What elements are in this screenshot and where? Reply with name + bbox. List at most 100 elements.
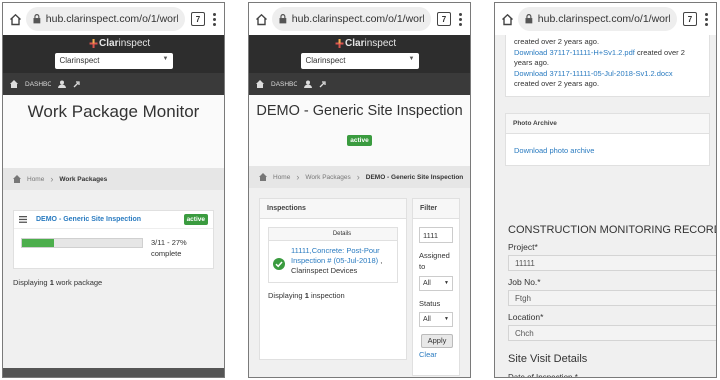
app-header: Clar inspect Clarinspect ▼ — [249, 35, 470, 73]
user-icon[interactable] — [304, 80, 312, 88]
nav-dashboard[interactable]: DASHBOARD — [271, 81, 297, 88]
breadcrumb-current: Work Packages — [59, 175, 108, 183]
more-menu-icon[interactable] — [454, 12, 466, 26]
assigned-select[interactable]: All ▼ — [419, 276, 453, 291]
user-icon[interactable] — [58, 80, 66, 88]
status-select[interactable]: All ▼ — [419, 312, 453, 327]
page-title: DEMO - Generic Site Inspection — [256, 103, 463, 119]
home-icon[interactable] — [253, 11, 269, 27]
breadcrumb-parent[interactable]: Work Packages — [305, 174, 350, 181]
section-title: Site Visit Details — [508, 352, 588, 365]
lock-icon — [33, 14, 41, 24]
chevron-right-icon: › — [50, 174, 54, 184]
field-label: Location* — [508, 311, 544, 322]
record-content: created over 2 years ago. Download 37117… — [495, 35, 717, 378]
displaying-summary: Displaying 1 inspection — [268, 291, 406, 300]
displaying-summary: Displaying 1 work package — [13, 278, 214, 287]
file-line-1-tail: created over 2 years ago. — [514, 37, 600, 46]
work-package-card: DEMO - Generic Site Inspection active 3/… — [13, 210, 214, 269]
progress-text: 3/11 - 27% complete — [151, 237, 187, 259]
location-field[interactable]: Chch — [508, 324, 716, 341]
more-menu-icon[interactable] — [700, 12, 712, 26]
form-field-job-no: Job No.* Ftgh — [495, 271, 716, 306]
progress-row: 3/11 - 27% complete — [14, 229, 213, 268]
filter-header: Filter — [413, 199, 459, 219]
home-icon[interactable] — [259, 173, 267, 181]
address-bar[interactable]: hub.clarinspect.com/o/1/work — [518, 7, 677, 31]
app-logo: Clar inspect — [335, 38, 396, 49]
photo-archive-header: Photo Archive — [506, 113, 709, 134]
address-bar[interactable]: hub.clarinspect.com/o/1/work — [272, 7, 431, 31]
page-title: Work Package Monitor — [27, 102, 200, 121]
lock-icon — [279, 14, 287, 24]
col-details: Details — [269, 228, 397, 241]
breadcrumb-home[interactable]: Home — [27, 176, 44, 183]
home-nav-icon[interactable] — [10, 80, 18, 88]
download-pdf-link[interactable]: Download 37117-11111-H+Sv1.2.pdf — [514, 48, 635, 57]
check-circle-icon — [273, 258, 285, 270]
job-no-field[interactable]: Ftgh — [508, 289, 716, 306]
home-nav-icon[interactable] — [256, 80, 264, 88]
logo-mark-icon — [89, 39, 98, 48]
tab-count-icon[interactable]: 7 — [191, 12, 205, 26]
date-label: Date of Inspection * — [508, 372, 578, 378]
brand-prefix: Clar — [345, 38, 365, 49]
logout-icon[interactable] — [319, 80, 328, 88]
tab-count-icon[interactable]: 7 — [437, 12, 451, 26]
displaying-prefix: Displaying — [268, 291, 305, 300]
inspections-table: Details 11111,Concrete: Post-Pour Inspec… — [268, 227, 398, 283]
project-field[interactable]: 11111 — [508, 254, 716, 271]
app-header: Clar inspect Clarinspect ▼ — [3, 35, 224, 73]
url-text: hub.clarinspect.com/o/1/work — [291, 13, 424, 25]
home-icon[interactable] — [7, 11, 23, 27]
files-panel: created over 2 years ago. Download 37117… — [505, 35, 710, 97]
inspection-link[interactable]: 11111,Concrete: Post-Pour Inspection # (… — [291, 246, 380, 265]
page-hero: DEMO - Generic Site Inspection active — [249, 95, 470, 166]
breadcrumb: Home › Work Packages — [3, 168, 224, 190]
card-header: DEMO - Generic Site Inspection active — [14, 211, 213, 229]
page-hero: Work Package Monitor — [3, 95, 224, 168]
browser-toolbar: hub.clarinspect.com/o/1/work 7 — [495, 3, 716, 35]
record-title: CONSTRUCTION MONITORING RECORD — [508, 223, 717, 236]
inspections-header: Inspections — [260, 199, 406, 219]
more-menu-icon[interactable] — [208, 12, 220, 26]
displaying-prefix: Displaying — [13, 278, 50, 287]
address-bar[interactable]: hub.clarinspect.com/o/1/work — [26, 7, 185, 31]
clear-link[interactable]: Clear — [419, 350, 459, 359]
lock-icon — [525, 14, 533, 24]
url-text: hub.clarinspect.com/o/1/work — [45, 13, 178, 25]
download-docx-link[interactable]: Download 37117-11111-05-Jul-2018-Sv1.2.d… — [514, 69, 701, 80]
logout-icon[interactable] — [73, 80, 82, 88]
status-badge: active — [183, 214, 208, 225]
org-select[interactable]: Clarinspect ▼ — [300, 53, 419, 69]
breadcrumb-current: DEMO - Generic Site Inspection — [365, 173, 464, 181]
tab-count-icon[interactable]: 7 — [683, 12, 697, 26]
phone-screen-monitoring-record: hub.clarinspect.com/o/1/work 7 created o… — [494, 2, 717, 378]
brand-suffix: inspect — [118, 38, 151, 49]
nav-dashboard[interactable]: DASHBOARD — [25, 81, 51, 88]
chevron-down-icon: ▼ — [408, 56, 415, 62]
assigned-label: Assigned to — [419, 251, 450, 271]
apply-button[interactable]: Apply — [421, 334, 453, 348]
brand-prefix: Clar — [99, 38, 119, 49]
row-details: 11111,Concrete: Post-Pour Inspection # (… — [291, 246, 393, 276]
brand-suffix: inspect — [364, 38, 397, 49]
home-icon[interactable] — [13, 175, 21, 183]
breadcrumb-home[interactable]: Home — [273, 174, 290, 181]
org-select[interactable]: Clarinspect ▼ — [54, 53, 173, 69]
content: DEMO - Generic Site Inspection active 3/… — [3, 190, 224, 287]
progress-word: complete — [151, 249, 182, 258]
file-line-2: Download 37117-11111-H+Sv1.2.pdf created… — [514, 48, 701, 69]
filter-search-input[interactable]: 1111 — [419, 227, 453, 243]
breadcrumb: Home › Work Packages › DEMO - Generic Si… — [249, 166, 470, 188]
progress-fraction: 3/11 - 27% — [151, 238, 187, 247]
work-package-link[interactable]: DEMO - Generic Site Inspection — [36, 216, 184, 223]
table-row: 11111,Concrete: Post-Pour Inspection # (… — [269, 241, 397, 282]
phone-screen-work-package-monitor: hub.clarinspect.com/o/1/work 7 Clar inspe… — [2, 2, 225, 378]
app-logo: Clar inspect — [89, 38, 150, 49]
browser-toolbar: hub.clarinspect.com/o/1/work 7 — [249, 3, 470, 35]
home-icon[interactable] — [499, 11, 515, 27]
menu-icon[interactable] — [19, 216, 27, 223]
download-photo-archive-link[interactable]: Download photo archive — [514, 146, 594, 155]
